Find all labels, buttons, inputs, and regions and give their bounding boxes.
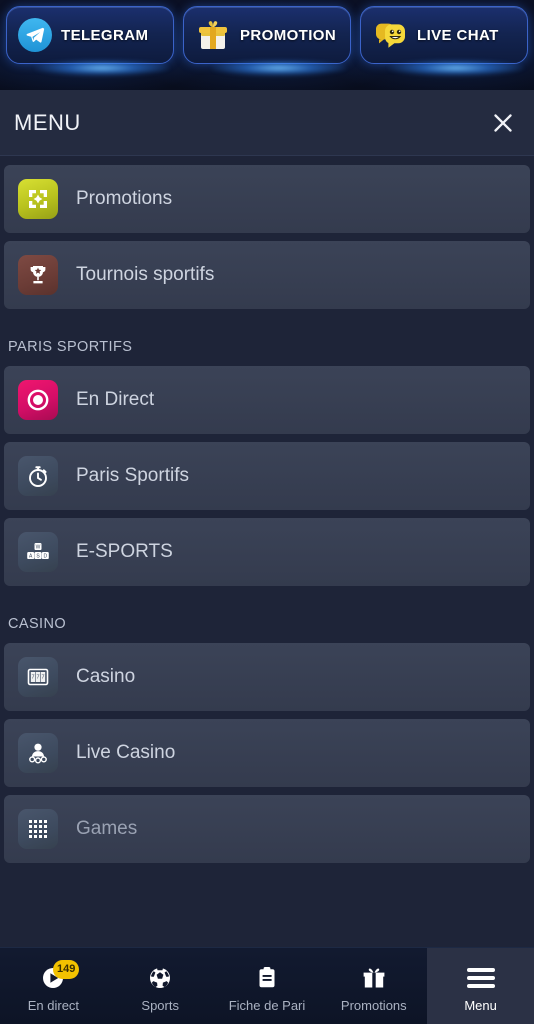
live-chat-button[interactable]: LIVE CHAT (360, 6, 528, 76)
menu-item-label: Casino (76, 666, 136, 687)
menu-item-label: Promotions (76, 188, 173, 209)
menu-item-tournois-sportifs[interactable]: Tournois sportifs (4, 241, 530, 309)
telegram-button[interactable]: TELEGRAM (6, 6, 174, 76)
menu-header: MENU (0, 90, 534, 156)
grid-games-icon (18, 809, 58, 849)
button-glow (387, 60, 524, 76)
button-glow (210, 60, 347, 76)
close-icon[interactable] (486, 106, 520, 140)
nav-item-fiche-de-pari[interactable]: Fiche de Pari (214, 948, 321, 1024)
play-circle-icon: 149 (38, 959, 80, 992)
promotion-button[interactable]: PROMOTION (183, 6, 351, 76)
app-root: TELEGRAM PROMOTION LIVE CHAT MENU Promot… (0, 0, 534, 1024)
clipboard-icon (252, 964, 282, 992)
menu-item-label: Paris Sportifs (76, 465, 189, 486)
menu-item-label: En Direct (76, 389, 155, 410)
menu-item-label: Live Casino (76, 742, 176, 763)
gift-box-icon (195, 18, 231, 52)
nav-item-label: Fiche de Pari (228, 997, 306, 1013)
nav-item-label: Promotions (340, 997, 407, 1013)
live-chat-button-label: LIVE CHAT (417, 26, 499, 44)
nav-item-en-direct[interactable]: 149 En direct (0, 948, 107, 1024)
stopwatch-icon (18, 456, 58, 496)
promotion-button-label: PROMOTION (240, 26, 337, 44)
top-promo-bar: TELEGRAM PROMOTION LIVE CHAT (0, 0, 534, 90)
soccer-ball-icon (145, 964, 175, 992)
live-dot-icon (18, 380, 58, 420)
menu-item-en-direct[interactable]: En Direct (4, 366, 530, 434)
section-header-casino: CASINO (8, 616, 66, 632)
wasd-keys-icon: W A S D (18, 532, 58, 572)
live-dealer-icon (18, 733, 58, 773)
menu-item-casino[interactable]: 7 7 7 Casino (4, 643, 530, 711)
svg-text:7: 7 (41, 675, 44, 681)
nav-item-menu[interactable]: Menu (427, 948, 534, 1024)
live-count-badge: 149 (53, 959, 80, 979)
menu-item-live-casino[interactable]: Live Casino (4, 719, 530, 787)
nav-item-label: Sports (141, 997, 179, 1013)
menu-item-promotions[interactable]: Promotions (4, 165, 530, 233)
telegram-icon (18, 18, 52, 52)
nav-item-sports[interactable]: Sports (107, 948, 214, 1024)
promotions-gift-icon (18, 179, 58, 219)
trophy-icon (18, 255, 58, 295)
slot-machine-icon: 7 7 7 (18, 657, 58, 697)
section-header-paris-sportifs: PARIS SPORTIFS (8, 339, 133, 355)
nav-item-label: Menu (464, 997, 497, 1013)
menu-item-e-sports[interactable]: W A S D E-SPORTS (4, 518, 530, 586)
menu-item-label: Games (76, 818, 138, 839)
menu-item-games[interactable]: Games (4, 795, 530, 863)
bottom-navigation: 149 En direct Sports Fiche de Pari Promo… (0, 947, 534, 1024)
menu-item-label: E-SPORTS (76, 541, 173, 562)
menu-item-label: Tournois sportifs (76, 264, 215, 285)
menu-item-paris-sportifs[interactable]: Paris Sportifs (4, 442, 530, 510)
page-title: MENU (14, 109, 81, 135)
chat-smiley-icon (372, 18, 408, 52)
nav-item-label: En direct (27, 997, 80, 1013)
svg-text:7: 7 (31, 675, 34, 681)
svg-text:D: D (43, 553, 47, 559)
button-glow (33, 60, 170, 76)
nav-item-promotions[interactable]: Promotions (320, 948, 427, 1024)
telegram-button-label: TELEGRAM (61, 26, 149, 44)
gift-icon (359, 964, 389, 992)
svg-text:7: 7 (36, 675, 39, 681)
svg-text:W: W (36, 544, 41, 550)
hamburger-icon (466, 964, 496, 992)
menu-list[interactable]: Promotions Tournois sportifs PARIS SPORT… (0, 156, 534, 947)
